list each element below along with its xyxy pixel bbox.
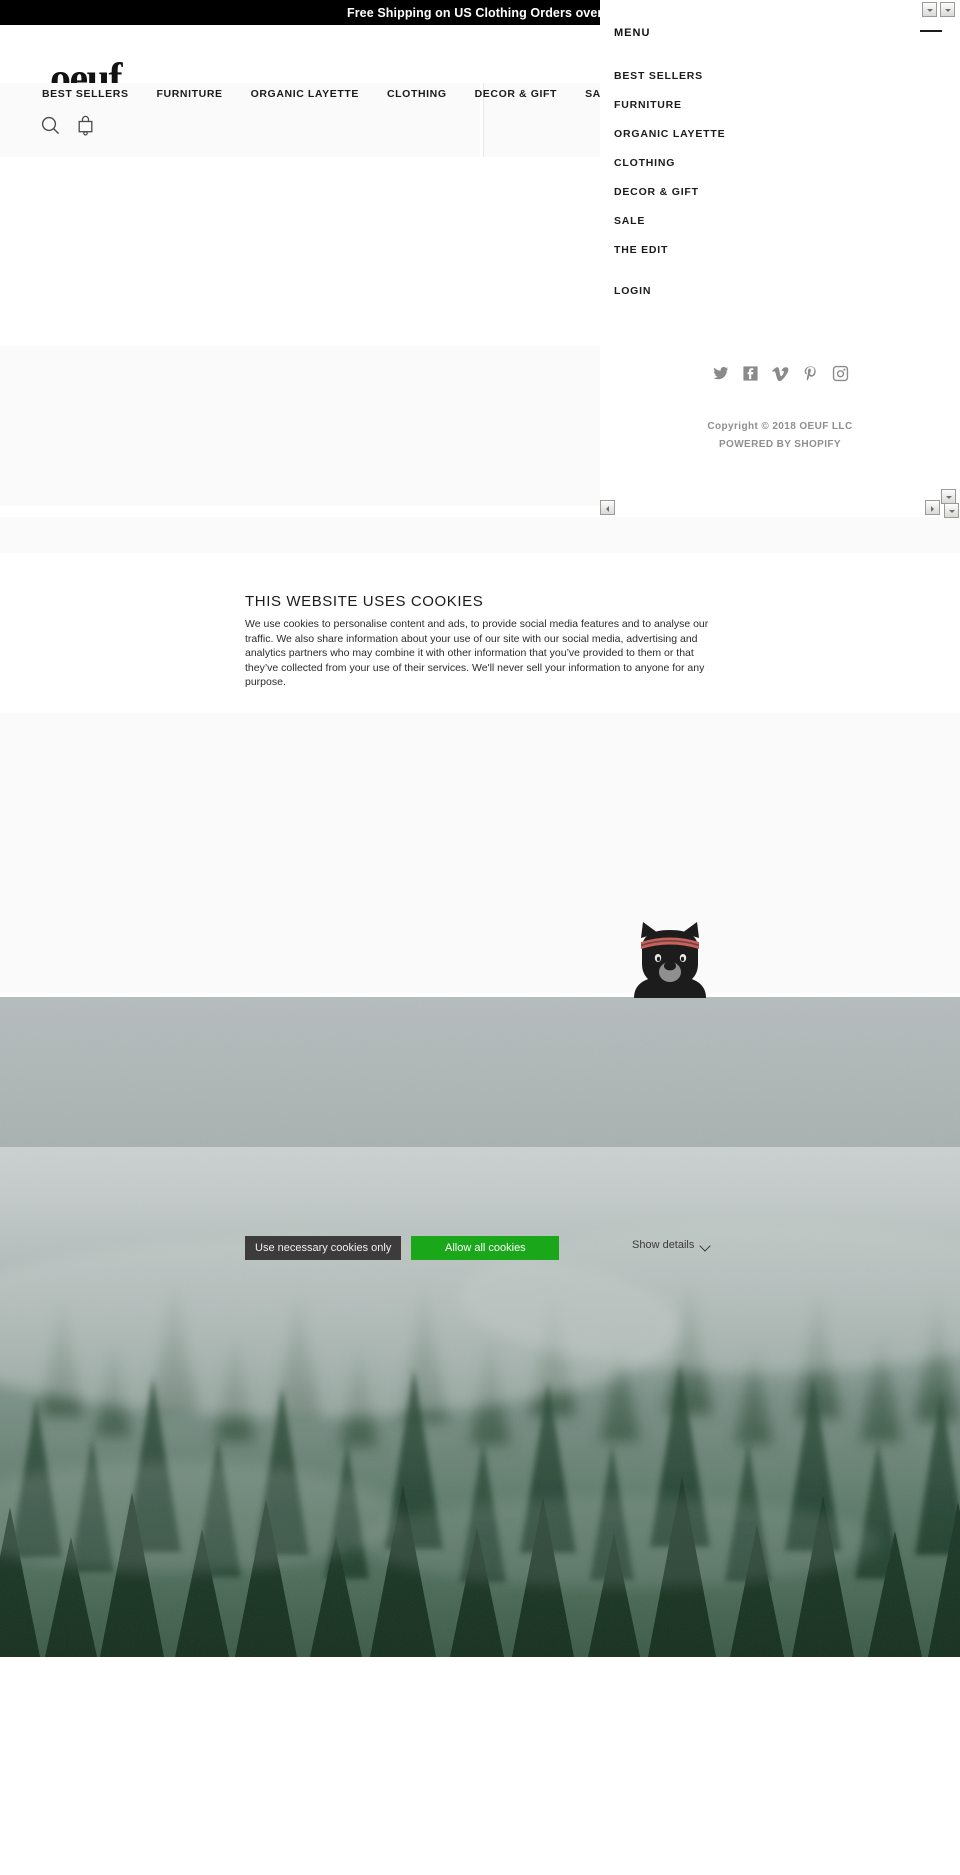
cookie-consent-actions: Use necessary cookies only Allow all coo… — [245, 1236, 560, 1260]
menu-item-organic-layette[interactable]: ORGANIC LAYETTE — [614, 119, 944, 148]
allow-all-cookies-button[interactable]: Allow all cookies — [411, 1236, 560, 1260]
pinterest-icon[interactable] — [802, 365, 819, 382]
cookie-consent-text-block: THIS WEBSITE USES COOKIES We use cookies… — [245, 593, 715, 690]
cookie-consent-banner: THIS WEBSITE USES COOKIES We use cookies… — [0, 553, 960, 1260]
nav-item-organic-layette[interactable]: ORGANIC LAYETTE — [251, 88, 359, 100]
cart-icon[interactable] — [76, 115, 95, 136]
cookie-consent-body: We use cookies to personalise content an… — [245, 618, 709, 688]
nav-item-furniture[interactable]: FURNITURE — [157, 88, 223, 100]
use-necessary-cookies-button[interactable]: Use necessary cookies only — [245, 1236, 402, 1260]
scroll-down-button-d[interactable] — [944, 503, 959, 518]
menu-footer-text: Copyright © 2018 OEUF LLC POWERED BY SHO… — [600, 418, 960, 454]
powered-by-text: POWERED BY SHOPIFY — [718, 439, 842, 450]
scroll-down-button-c[interactable] — [941, 489, 956, 504]
chevron-down-icon — [701, 1241, 710, 1250]
scroll-down-button-a[interactable] — [940, 2, 955, 17]
menu-item-sale[interactable]: SALE — [614, 206, 944, 235]
nav-item-clothing[interactable]: CLOTHING — [387, 88, 447, 100]
menu-item-best-sellers[interactable]: BEST SELLERS — [614, 61, 944, 90]
menu-item-login[interactable]: LOGIN — [614, 285, 651, 297]
close-menu-icon[interactable] — [920, 30, 942, 32]
scroll-left-button[interactable] — [600, 500, 615, 515]
copyright-text: Copyright © 2018 OEUF LLC — [707, 421, 853, 432]
promo-banner-text: Free Shipping on US Clothing Orders over… — [346, 5, 614, 20]
slideout-menu-panel: MENU BEST SELLERS FURNITURE ORGANIC LAYE… — [600, 0, 960, 515]
content-band-lower — [0, 713, 960, 993]
menu-item-furniture[interactable]: FURNITURE — [614, 90, 944, 119]
show-details-label: Show details — [632, 1239, 695, 1251]
content-band-upper — [0, 346, 600, 506]
cookie-consent-heading: THIS WEBSITE USES COOKIES — [245, 593, 484, 610]
facebook-icon[interactable] — [742, 365, 759, 382]
menu-panel-links: BEST SELLERS FURNITURE ORGANIC LAYETTE C… — [614, 61, 944, 264]
social-links — [600, 365, 960, 382]
scroll-right-button[interactable] — [925, 500, 940, 515]
twitter-icon[interactable] — [712, 365, 729, 382]
vimeo-icon[interactable] — [771, 365, 789, 382]
nav-item-best-sellers[interactable]: BEST SELLERS — [42, 88, 129, 100]
utility-icons — [41, 115, 95, 136]
menu-item-the-edit[interactable]: THE EDIT — [614, 235, 944, 264]
black-bear-mascot — [630, 920, 710, 998]
page-footer-whitespace — [0, 1657, 960, 1875]
menu-item-clothing[interactable]: CLOTHING — [614, 148, 944, 177]
scroll-down-button-b[interactable] — [922, 2, 937, 17]
instagram-icon[interactable] — [832, 365, 849, 382]
menu-item-decor-gift[interactable]: DECOR & GIFT — [614, 177, 944, 206]
show-details-toggle[interactable]: Show details — [632, 1239, 710, 1251]
menu-panel-title: MENU — [614, 27, 651, 39]
search-icon[interactable] — [41, 116, 60, 135]
forest-hero-image — [0, 997, 960, 1657]
nav-item-decor-gift[interactable]: DECOR & GIFT — [475, 88, 557, 100]
